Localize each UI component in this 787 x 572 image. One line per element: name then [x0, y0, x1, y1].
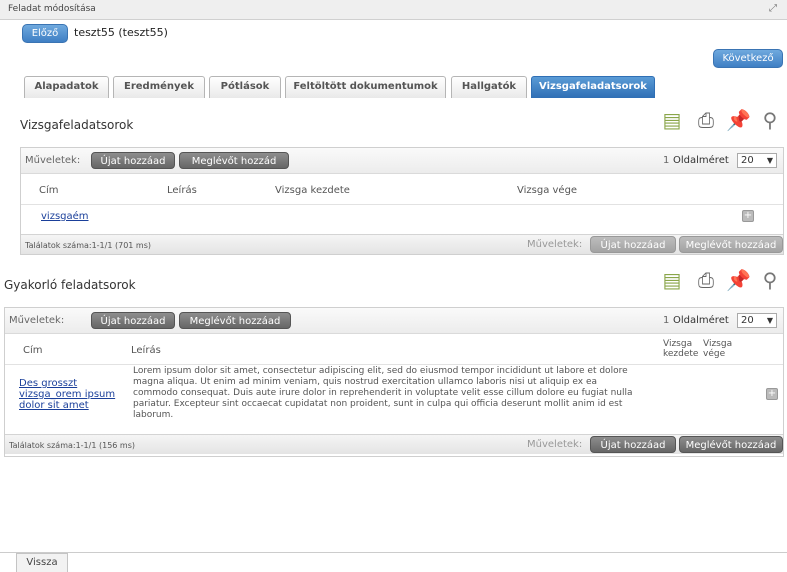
- search-icon[interactable]: ⚲: [758, 266, 782, 294]
- col-vizsga-vege: Vizsga vége: [517, 185, 578, 196]
- section1-footer: Találatok száma:1-1/1 (701 ms) Műveletek…: [21, 234, 783, 254]
- add-existing-button[interactable]: Meglévőt hozzáad: [179, 312, 291, 329]
- window-titlebar: Feladat módosítása ⤢: [0, 0, 787, 20]
- resize-icon[interactable]: ⤢: [769, 3, 777, 14]
- tab-feltoltott-dokumentumok[interactable]: Feltöltött dokumentumok: [285, 76, 446, 98]
- prev-button[interactable]: Előző: [22, 24, 68, 43]
- actions-label: Műveletek:: [25, 155, 81, 166]
- section1-actionbar: Műveletek: Újat hozzáad Meglévőt hozzád …: [21, 148, 783, 174]
- table-row-title-link[interactable]: vizsgaém: [41, 211, 89, 222]
- pin-icon[interactable]: 📌: [726, 106, 751, 134]
- add-new-button[interactable]: Újat hozzáad: [91, 152, 175, 169]
- task-description-line4: pariatur. Excepteur sint occaecat cupida…: [133, 399, 623, 409]
- expand-icon[interactable]: +: [742, 210, 754, 222]
- tab-alapadatok[interactable]: Alapadatok: [24, 76, 109, 98]
- col-leiras: Leírás: [131, 345, 161, 356]
- page-size-select[interactable]: 20 ▼: [737, 153, 777, 168]
- expand-icon[interactable]: +: [766, 388, 778, 400]
- print-icon[interactable]: ⎙: [694, 266, 718, 294]
- col-cim: Cím: [23, 345, 43, 356]
- footer-add-new-button[interactable]: Újat hozzáad: [590, 436, 676, 453]
- add-new-button[interactable]: Újat hozzáad: [91, 312, 175, 329]
- task-description-line3: commodo consequat. Duis aute irure dolor…: [133, 388, 633, 398]
- window-title: Feladat módosítása: [8, 4, 96, 14]
- section1-panel: Műveletek: Újat hozzáad Meglévőt hozzád …: [20, 147, 784, 255]
- document-icon[interactable]: ▤: [660, 106, 684, 134]
- section2-footer: Találatok száma:1-1/1 (156 ms) Műveletek…: [5, 434, 783, 454]
- col-vizsga-kezdete: Vizsga kezdete: [275, 185, 350, 196]
- tab-potlasok[interactable]: Pótlások: [209, 76, 281, 98]
- actions-label: Műveletek:: [9, 315, 65, 326]
- section-title-vizsgafeladatsorok: Vizsgafeladatsorok: [20, 118, 134, 132]
- task-description-line5: laborum.: [133, 410, 174, 420]
- chevron-down-icon: ▼: [766, 316, 773, 325]
- task-title-link-line1[interactable]: Des grosszt: [19, 378, 77, 389]
- page-number: 1: [663, 315, 670, 326]
- section-title-gyakorlo: Gyakorló feladatsorok: [4, 278, 136, 292]
- divider: [5, 364, 783, 365]
- footer-add-existing-button[interactable]: Meglévőt hozzáad: [679, 436, 783, 453]
- tab-hallgatok[interactable]: Hallgatók: [451, 76, 527, 98]
- col-cim: Cím: [39, 185, 59, 196]
- back-button[interactable]: Vissza: [16, 553, 68, 572]
- task-title-link-line2[interactable]: vizsga_orem ipsum: [19, 389, 115, 400]
- add-existing-button[interactable]: Meglévőt hozzád: [179, 152, 289, 169]
- results-count: Találatok száma:1-1/1 (156 ms): [9, 441, 135, 450]
- tab-eredmenyek[interactable]: Eredmények: [113, 76, 205, 98]
- results-count: Találatok száma:1-1/1 (701 ms): [25, 241, 151, 250]
- section2-panel: Műveletek: Újat hozzáad Meglévőt hozzáad…: [4, 307, 784, 457]
- document-icon[interactable]: ▤: [660, 266, 684, 294]
- col-vizsga-kezdete: Vizsga kezdete: [663, 339, 699, 359]
- footer-add-new-button[interactable]: Újat hozzáad: [590, 236, 676, 253]
- footer-actions-label: Műveletek:: [527, 239, 583, 250]
- tab-vizsgafeladatsorok[interactable]: Vizsgafeladatsorok: [531, 76, 655, 98]
- next-button[interactable]: Következő: [713, 49, 783, 68]
- task-title-link-line3[interactable]: dolor sit amet: [19, 400, 89, 411]
- footer-actions-label: Műveletek:: [527, 439, 583, 450]
- page-number: 1: [663, 155, 670, 166]
- pin-icon[interactable]: 📌: [726, 266, 751, 294]
- page-size-select[interactable]: 20 ▼: [737, 313, 777, 328]
- task-description-line1: Lorem ipsum dolor sit amet, consectetur …: [133, 366, 628, 376]
- chevron-down-icon: ▼: [766, 156, 773, 165]
- student-name: teszt55 (teszt55): [74, 26, 168, 39]
- search-icon[interactable]: ⚲: [758, 106, 782, 134]
- page-size-value: 20: [741, 155, 754, 166]
- page-size-value: 20: [741, 315, 754, 326]
- section2-actionbar: Műveletek: Újat hozzáad Meglévőt hozzáad…: [5, 308, 783, 334]
- task-description-line2: magna aliqua. Ut enim ad minim veniam, q…: [133, 377, 598, 387]
- bottom-divider: [0, 552, 787, 553]
- col-leiras: Leírás: [167, 185, 197, 196]
- page-size-label: Oldalméret: [673, 315, 729, 326]
- print-icon[interactable]: ⎙: [694, 106, 718, 134]
- divider: [21, 204, 783, 205]
- page-size-label: Oldalméret: [673, 155, 729, 166]
- col-vizsga-vege: Vizsga vége: [703, 339, 733, 359]
- footer-add-existing-button[interactable]: Meglévőt hozzáad: [679, 236, 783, 253]
